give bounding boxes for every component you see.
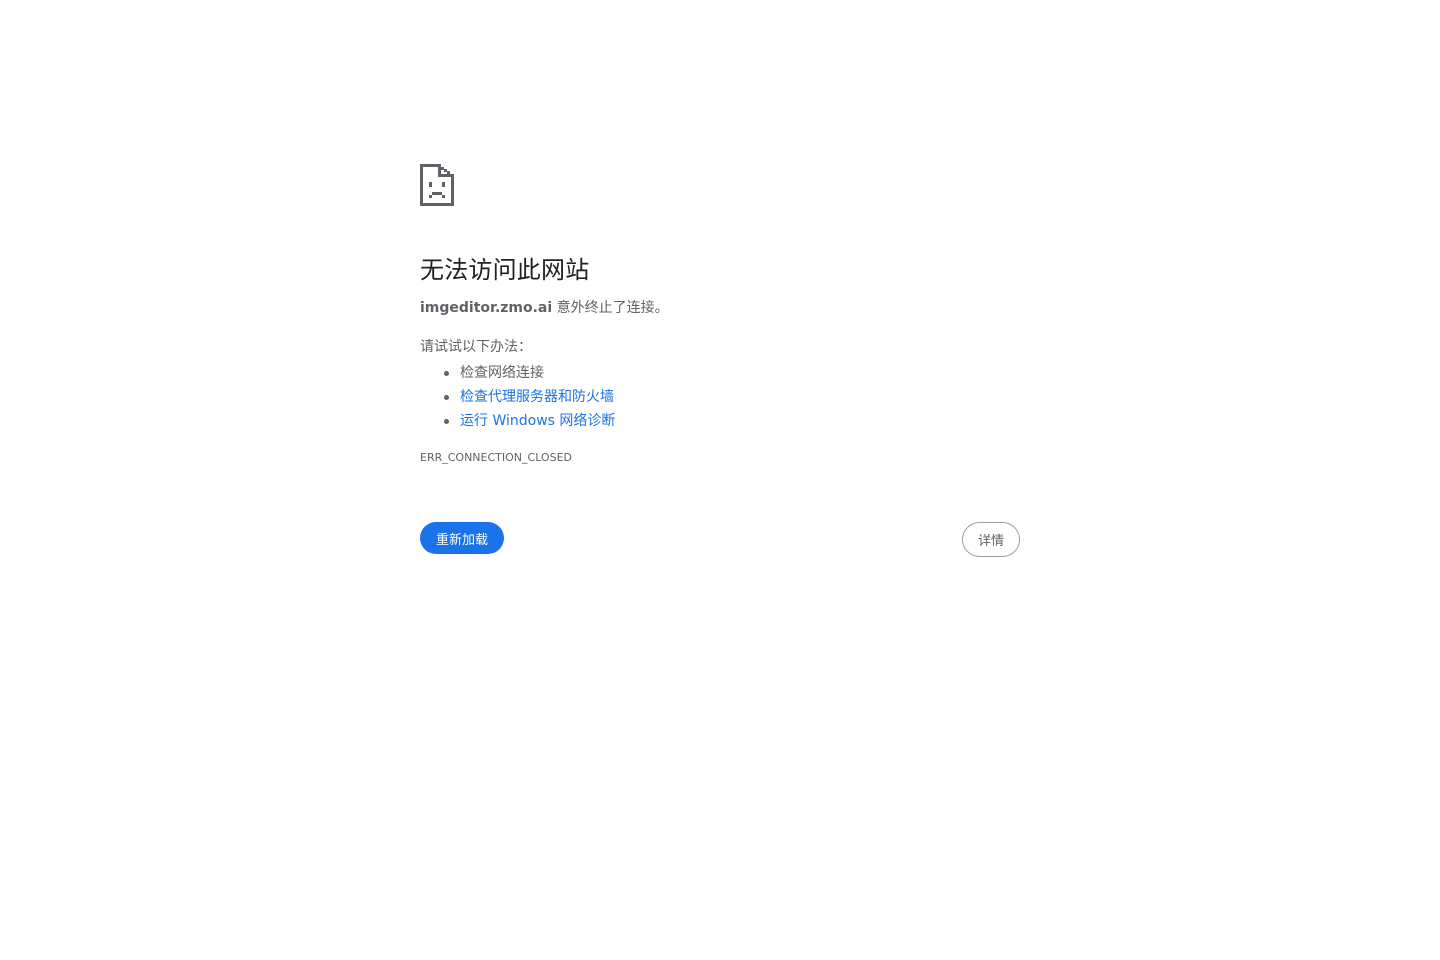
error-page: 无法访问此网站 imgeditor.zmo.ai 意外终止了连接。 请试试以下办… — [420, 164, 1020, 558]
button-row: 重新加载 详情 — [420, 522, 1020, 558]
page-title: 无法访问此网站 — [420, 256, 590, 284]
list-item: 检查代理服务器和防火墙 — [444, 385, 1020, 409]
list-item: 运行 Windows 网络诊断 — [444, 409, 1020, 433]
host-name: imgeditor.zmo.ai — [420, 300, 553, 316]
error-code: ERR_CONNECTION_CLOSED — [420, 451, 572, 464]
sad-page-icon — [420, 164, 454, 206]
list-item: 检查网络连接 — [444, 361, 1020, 385]
reload-button[interactable]: 重新加载 — [420, 522, 505, 554]
suggestions-heading: 请试试以下办法： — [420, 339, 532, 355]
suggestions-list: 检查网络连接 检查代理服务器和防火墙 运行 Windows 网络诊断 — [420, 361, 1020, 433]
suggestion-check-proxy-link[interactable]: 检查代理服务器和防火墙 — [460, 389, 614, 405]
suggestion-check-connection: 检查网络连接 — [460, 365, 544, 381]
suggestion-run-diagnostics-link[interactable]: 运行 Windows 网络诊断 — [460, 413, 615, 429]
error-message: imgeditor.zmo.ai 意外终止了连接。 — [420, 298, 1020, 318]
error-message-text: 意外终止了连接。 — [552, 300, 669, 316]
details-button[interactable]: 详情 — [961, 522, 1020, 557]
